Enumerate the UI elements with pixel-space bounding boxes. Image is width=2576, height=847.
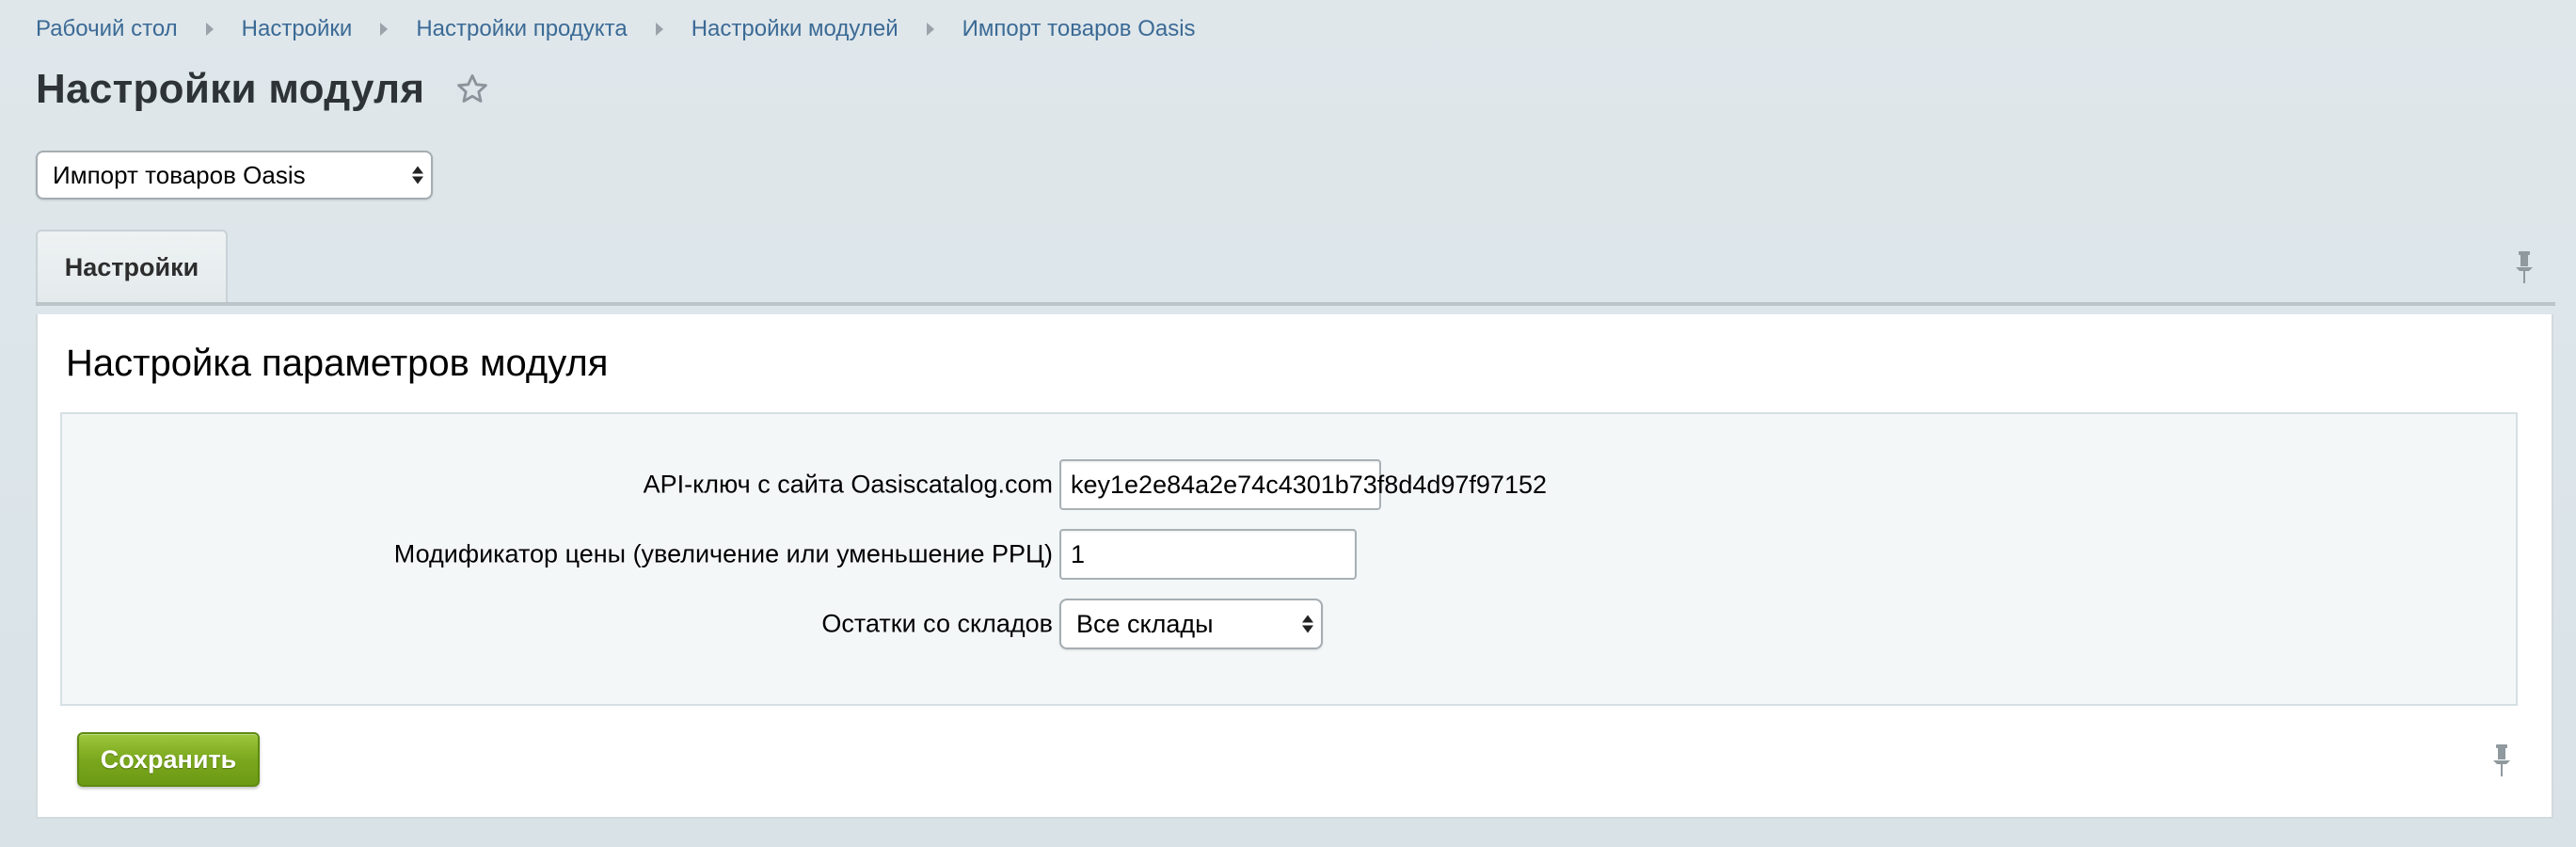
form-row-api-key: API-ключ с сайта Oasiscatalog.com : key1… [62, 459, 2516, 510]
breadcrumb-item-settings[interactable]: Настройки [242, 15, 353, 43]
breadcrumb-item-oasis-import[interactable]: Импорт товаров Oasis [962, 15, 1196, 43]
star-icon[interactable] [454, 72, 490, 107]
tab-settings[interactable]: Настройки [36, 230, 228, 303]
select-arrows-icon [1302, 615, 1313, 633]
price-modifier-input[interactable]: 1 [1059, 529, 1357, 580]
stock-label: Остатки со складов : [821, 609, 1067, 638]
breadcrumb-item-module-settings[interactable]: Настройки модулей [692, 15, 898, 43]
tab-divider [36, 302, 2555, 306]
breadcrumb-separator-icon [926, 23, 934, 36]
pin-icon[interactable] [2491, 743, 2512, 777]
page-title: Настройки модуля [36, 66, 425, 112]
page-header: Настройки модуля [36, 66, 490, 113]
stock-select-value: Все склады [1076, 609, 1214, 638]
price-modifier-label: Модификатор цены (увеличение или уменьше… [393, 539, 1067, 568]
api-key-input[interactable]: key1e2e84a2e74c4301b73f8d4d97f97152 [1059, 459, 1547, 510]
module-select-value: Импорт товаров Oasis [53, 160, 306, 189]
stock-select[interactable]: Все склады [1059, 599, 1323, 649]
form-row-stock: Остатки со складов : Все склады [62, 599, 2516, 649]
settings-form: API-ключ с сайта Oasiscatalog.com : key1… [60, 412, 2518, 706]
breadcrumb-item-product-settings[interactable]: Настройки продукта [416, 15, 627, 43]
breadcrumb-separator-icon [655, 23, 663, 36]
settings-panel: Настройка параметров модуля API-ключ с с… [36, 314, 2553, 819]
form-row-price-modifier: Модификатор цены (увеличение или уменьше… [62, 529, 2516, 580]
pin-icon[interactable] [2514, 250, 2535, 284]
module-select[interactable]: Импорт товаров Oasis [36, 151, 433, 200]
select-arrows-icon [412, 166, 423, 184]
panel-title: Настройка параметров модуля [66, 343, 609, 384]
breadcrumb-item-desktop[interactable]: Рабочий стол [36, 15, 178, 43]
breadcrumb: Рабочий стол Настройки Настройки продукт… [36, 15, 1196, 43]
api-key-label: API-ключ с сайта Oasiscatalog.com : [643, 470, 1067, 499]
breadcrumb-separator-icon [205, 23, 214, 36]
breadcrumb-separator-icon [380, 23, 389, 36]
save-button[interactable]: Сохранить [77, 732, 260, 787]
